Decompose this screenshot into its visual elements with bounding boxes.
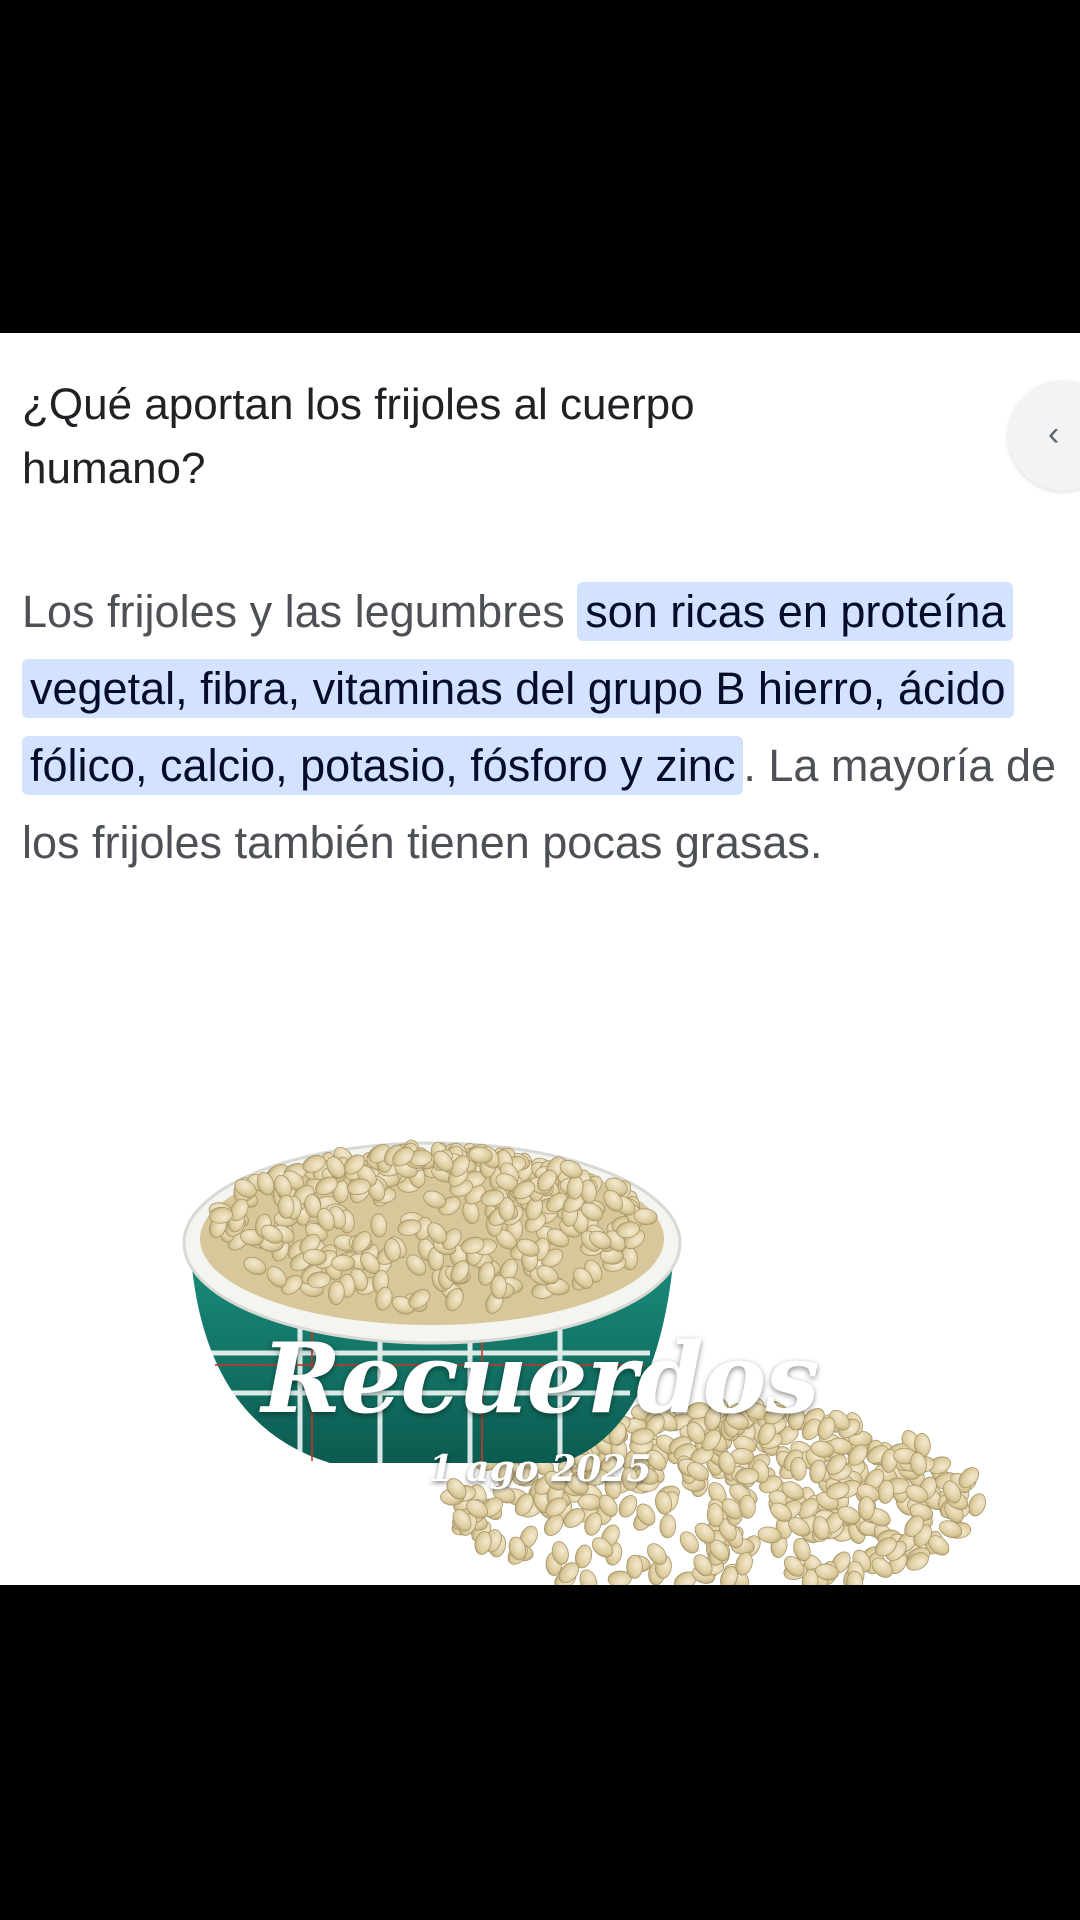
bean [739, 1494, 756, 1519]
chevron-left-icon: ‹ [1048, 415, 1060, 453]
question-heading: ¿Qué aportan los frijoles al cuerpo huma… [22, 380, 695, 493]
bean [858, 1496, 875, 1521]
bean [626, 1554, 643, 1579]
overlay-title: Recuerdos [261, 1322, 820, 1435]
bean [579, 1569, 598, 1585]
bean [277, 1194, 295, 1219]
answer-intro: Los frijoles y las legumbres [22, 586, 578, 637]
overlay-date: 1 ago 2025 [428, 1448, 652, 1490]
bean [331, 1254, 356, 1272]
bowl-of-beans-image [182, 1139, 987, 1585]
scroll-left-button[interactable]: ‹ [1008, 381, 1080, 491]
bean [659, 1514, 677, 1539]
answer-text: Los frijoles y las legumbres son ricas e… [22, 573, 1067, 881]
